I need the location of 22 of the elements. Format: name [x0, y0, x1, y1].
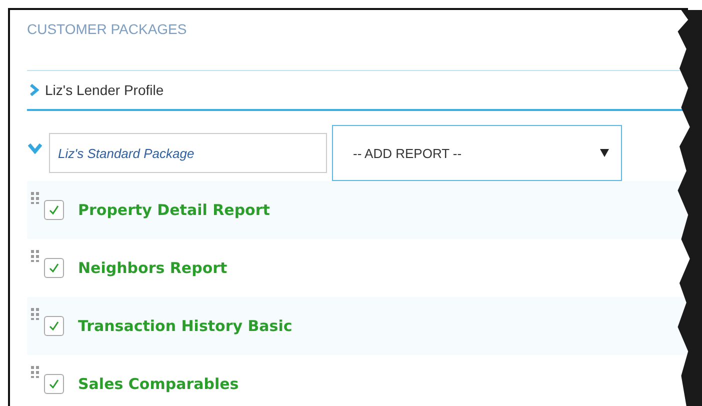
- add-report-dropdown[interactable]: -- ADD REPORT --: [332, 125, 622, 181]
- accordion-header[interactable]: Liz's Lender Profile: [27, 71, 688, 109]
- checkbox[interactable]: [44, 258, 64, 278]
- checkbox[interactable]: [44, 316, 64, 336]
- check-icon: [48, 378, 60, 390]
- checkbox[interactable]: [44, 200, 64, 220]
- chevron-icon[interactable]: [28, 142, 42, 154]
- package-name-field[interactable]: Liz's Standard Package: [49, 133, 327, 173]
- drag-handle-icon[interactable]: [31, 308, 39, 320]
- check-icon: [48, 204, 60, 216]
- drag-handle-icon[interactable]: [31, 192, 39, 204]
- report-name: Sales Comparables: [78, 375, 239, 393]
- section-title: CUSTOMER PACKAGES: [27, 20, 188, 39]
- report-name: Neighbors Report: [78, 259, 228, 277]
- report-name: Transaction History Basic: [78, 317, 292, 335]
- drag-handle-icon[interactable]: [31, 366, 39, 378]
- drag-handle-icon[interactable]: [31, 250, 39, 262]
- checkbox[interactable]: [44, 374, 64, 394]
- check-icon: [48, 320, 60, 332]
- report-name: Property Detail Report: [78, 201, 270, 219]
- check-icon: [48, 262, 60, 274]
- caret-icon: [600, 149, 609, 157]
